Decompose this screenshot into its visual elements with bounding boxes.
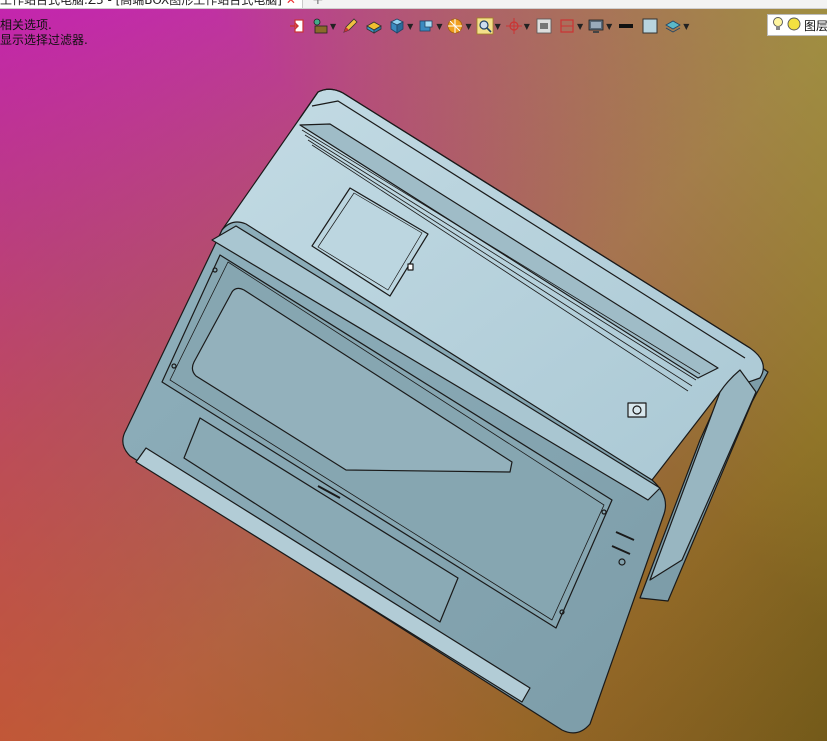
shape-solid-icon bbox=[365, 17, 383, 35]
layer-stack-button[interactable]: ▼ bbox=[663, 15, 690, 37]
layer-visible-icon bbox=[787, 17, 801, 34]
pin-tool-button[interactable]: ▼ bbox=[310, 15, 337, 37]
color-swatch-icon bbox=[641, 17, 659, 35]
dimension-icon bbox=[558, 17, 576, 35]
section-view-button[interactable]: ▼ bbox=[416, 15, 443, 37]
dimension-button[interactable]: ▼ bbox=[557, 15, 584, 37]
photo-icon bbox=[535, 17, 553, 35]
chevron-down-icon: ▼ bbox=[523, 21, 530, 31]
display-mode-button[interactable]: ▼ bbox=[586, 15, 613, 37]
pencil-icon bbox=[341, 17, 359, 35]
line-weight-button[interactable] bbox=[615, 15, 637, 37]
main-toolbar: ▼ ▼ ▼ ▼ ▼ ▼ ▼ ▼ ▼ bbox=[286, 14, 690, 38]
chevron-down-icon: ▼ bbox=[606, 21, 613, 31]
chevron-down-icon: ▼ bbox=[436, 21, 443, 31]
solid-shape-button[interactable] bbox=[363, 15, 385, 37]
sketch-button[interactable] bbox=[339, 15, 361, 37]
import-button[interactable] bbox=[286, 15, 308, 37]
color-button[interactable] bbox=[639, 15, 661, 37]
shading-icon bbox=[446, 17, 464, 35]
zoom-button[interactable]: ▼ bbox=[475, 15, 502, 37]
import-icon bbox=[288, 17, 306, 35]
lightbulb-icon bbox=[772, 16, 784, 35]
layer-selector[interactable]: 图层 bbox=[767, 14, 827, 36]
monitor-icon bbox=[587, 17, 605, 35]
chevron-down-icon: ▼ bbox=[407, 21, 414, 31]
cube-icon bbox=[388, 17, 406, 35]
chevron-down-icon: ▼ bbox=[683, 21, 690, 31]
crosshair-icon bbox=[505, 17, 523, 35]
layer-stack-icon bbox=[664, 17, 682, 35]
cube-view-button[interactable]: ▼ bbox=[387, 15, 414, 37]
workstation-model[interactable] bbox=[0, 0, 827, 741]
chevron-down-icon: ▼ bbox=[494, 21, 501, 31]
chevron-down-icon: ▼ bbox=[576, 21, 584, 31]
shading-button[interactable]: ▼ bbox=[445, 15, 472, 37]
chevron-down-icon: ▼ bbox=[330, 21, 337, 31]
chevron-down-icon: ▼ bbox=[465, 21, 472, 31]
line-weight-icon bbox=[617, 17, 635, 35]
zoom-icon bbox=[476, 17, 494, 35]
layer-label: 图层 bbox=[804, 18, 827, 33]
pin-icon bbox=[311, 17, 329, 35]
snap-button[interactable]: ▼ bbox=[504, 15, 531, 37]
3d-viewport[interactable]: 工作站台式电脑.Z3 - [高端BOX图形工作站台式电脑] ✕ + 相关选项. … bbox=[0, 0, 827, 741]
render-snapshot-button[interactable] bbox=[533, 15, 555, 37]
cube-section-icon bbox=[417, 17, 435, 35]
